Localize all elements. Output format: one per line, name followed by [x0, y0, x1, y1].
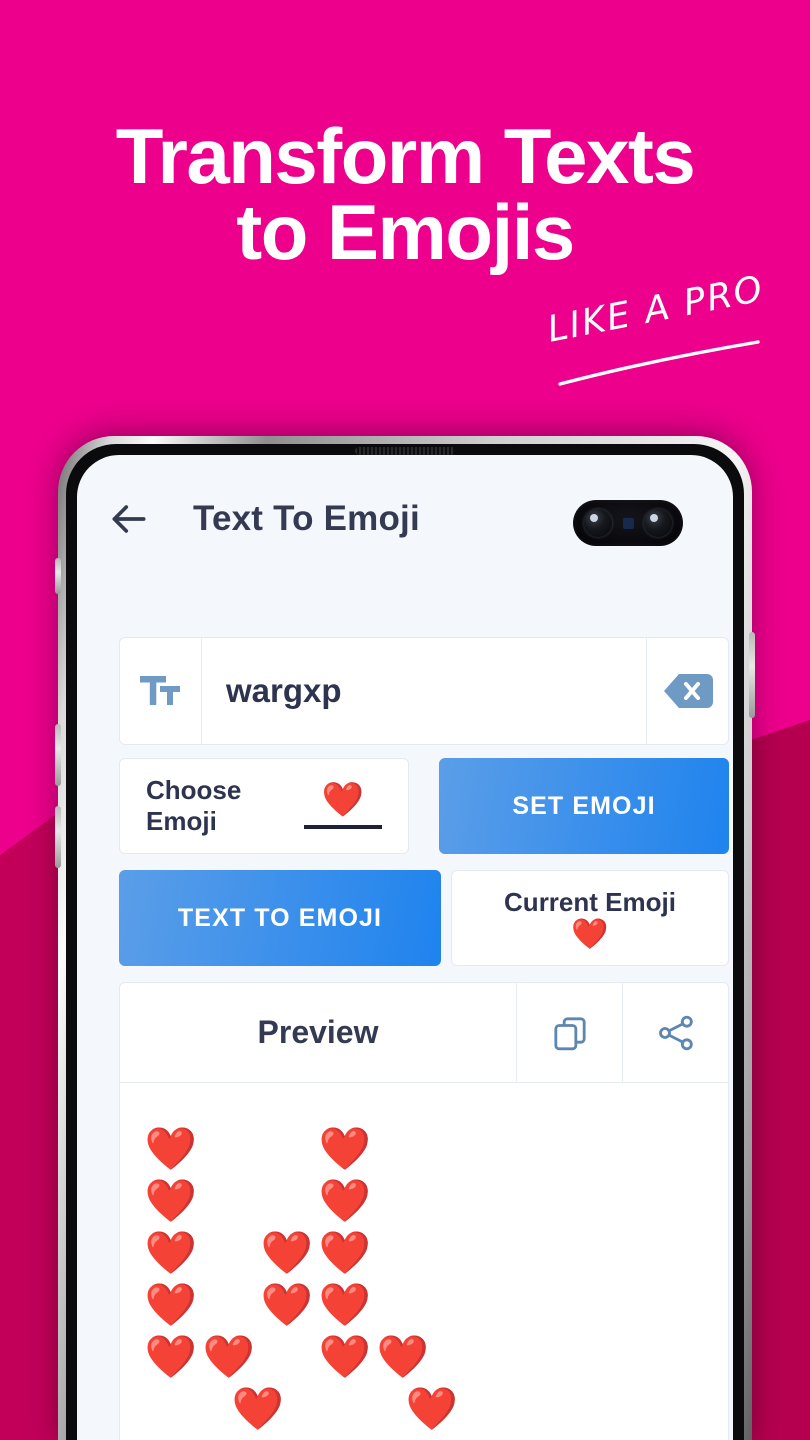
- choose-emoji-spinner[interactable]: ❤️: [304, 783, 382, 829]
- emoji-art-cell: ❤️: [144, 1281, 198, 1328]
- preview-header: Preview: [120, 983, 728, 1083]
- emoji-art-row: ❤️❤️❤️❤️❤️❤️❤️: [171, 1383, 728, 1435]
- emoji-art-cell: ❤️: [318, 1177, 372, 1224]
- camera-lens-right-icon: [644, 509, 672, 537]
- current-emoji-label: Current Emoji: [504, 886, 676, 917]
- choose-emoji-value: ❤️: [321, 781, 365, 819]
- app-content: Text To Emoji wargxp Choose Emoji ❤️ SET…: [77, 455, 733, 1440]
- backspace-clear-icon: [663, 674, 713, 708]
- spinner-underline: [304, 825, 382, 829]
- clear-text-button[interactable]: [646, 638, 728, 744]
- text-input-value[interactable]: wargxp: [202, 638, 646, 744]
- emoji-art-cell: ❤️: [318, 1229, 372, 1276]
- promo-headline: Transform Texts to Emojis: [0, 112, 810, 277]
- choose-emoji-selector[interactable]: Choose Emoji ❤️: [119, 758, 409, 854]
- emoji-art-cell: ❤️: [318, 1281, 372, 1328]
- emoji-art-cell: ❤️: [318, 1333, 372, 1380]
- emoji-art-row: ❤️❤️❤️❤️❤️❤️❤️: [142, 1123, 728, 1175]
- copy-icon: [553, 1016, 586, 1050]
- emoji-art-cell: ❤️: [260, 1281, 314, 1328]
- emoji-art-row: ❤️❤️❤️❤️❤️❤️❤️: [142, 1175, 728, 1227]
- phone-volume-down-button[interactable]: [55, 806, 61, 868]
- emoji-art-cell: ❤️: [231, 1385, 285, 1432]
- text-input-row: wargxp: [119, 637, 729, 745]
- emoji-art-cell: ❤️: [144, 1333, 198, 1380]
- camera-sensor-icon: [622, 517, 634, 529]
- emoji-art-cell: ❤️: [144, 1125, 198, 1172]
- emoji-art-cell: ❤️: [144, 1177, 198, 1224]
- preview-emoji-art: ❤️❤️❤️❤️❤️❤️❤️❤️❤️❤️❤️❤️❤️❤️❤️❤️❤️❤️❤️❤️…: [120, 1083, 728, 1440]
- emoji-art-cell: ❤️: [405, 1385, 459, 1432]
- text-to-emoji-row: TEXT TO EMOJI Current Emoji ❤️: [119, 870, 729, 966]
- phone-volume-up-button[interactable]: [55, 724, 61, 786]
- current-emoji-value: ❤️: [571, 917, 609, 951]
- emoji-art-row: ❤️❤️❤️❤️❤️❤️❤️: [142, 1227, 728, 1279]
- emoji-art-cell: ❤️: [376, 1333, 430, 1380]
- earpiece-speaker-icon: [355, 447, 455, 455]
- preview-panel: Preview ❤️ ❤️ ❤️ ❤️ ❤️ ❤️ ❤️ ❤️ ❤️ ❤️ ❤️…: [119, 982, 729, 1440]
- preview-title: Preview: [257, 1014, 379, 1050]
- emoji-art-cell: ❤️: [260, 1229, 314, 1276]
- choose-emoji-label: Choose Emoji: [146, 775, 242, 836]
- promo-headline-line-2: to Emojis: [236, 188, 575, 277]
- choose-emoji-row: Choose Emoji ❤️ SET EMOJI: [119, 758, 729, 854]
- back-arrow-icon[interactable]: [107, 497, 151, 541]
- phone-power-button[interactable]: [749, 632, 755, 718]
- phone-screen: Text To Emoji wargxp Choose Emoji ❤️ SET…: [77, 455, 733, 1440]
- phone-mockup: Text To Emoji wargxp Choose Emoji ❤️ SET…: [55, 436, 755, 1440]
- text-format-icon[interactable]: [120, 638, 202, 744]
- tagline-underline-swoosh: [558, 340, 760, 386]
- dual-punch-hole-camera-icon: [573, 500, 683, 546]
- emoji-art-cell: ❤️: [318, 1125, 372, 1172]
- current-emoji-card[interactable]: Current Emoji ❤️: [451, 870, 729, 966]
- copy-button[interactable]: [516, 983, 622, 1082]
- emoji-art-row: ❤️❤️❤️❤️❤️❤️❤️: [142, 1331, 728, 1383]
- camera-lens-left-icon: [584, 509, 612, 537]
- emoji-art-cell: ❤️: [144, 1229, 198, 1276]
- emoji-art-cell: ❤️: [202, 1333, 256, 1380]
- share-icon: [658, 1015, 693, 1050]
- share-button[interactable]: [622, 983, 728, 1082]
- set-emoji-button[interactable]: SET EMOJI: [439, 758, 729, 854]
- phone-bixby-button[interactable]: [55, 558, 61, 594]
- promo-headline-line-1: Transform Texts: [115, 112, 696, 200]
- emoji-art-row: ❤️❤️❤️❤️❤️❤️❤️: [142, 1279, 728, 1331]
- promo-tagline-group: LIKE A PRO: [544, 268, 778, 388]
- text-to-emoji-button[interactable]: TEXT TO EMOJI: [119, 870, 441, 966]
- page-title: Text To Emoji: [193, 499, 420, 538]
